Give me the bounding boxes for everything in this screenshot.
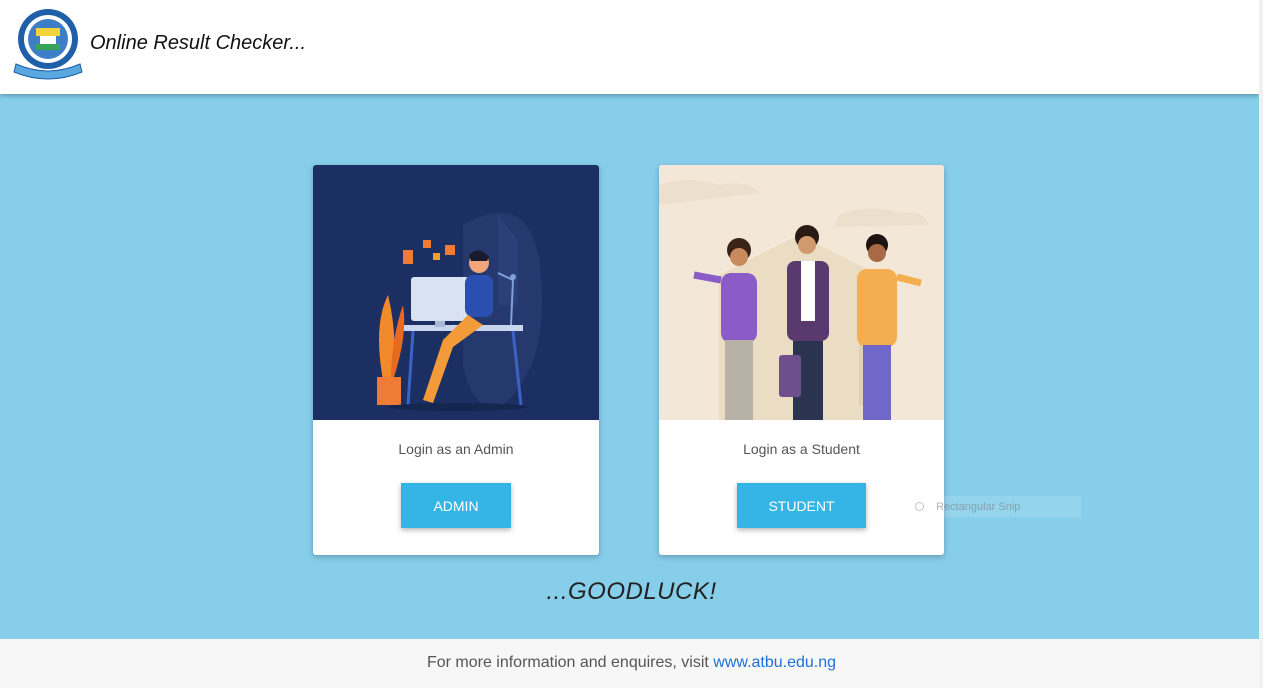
university-logo-icon	[13, 9, 83, 80]
footer-text: For more information and enquires, visit	[426, 654, 709, 671]
rectangular-snip-overlay[interactable]: Rectangular Snip	[909, 496, 1081, 517]
snip-label: Rectangular Snip	[936, 500, 1021, 513]
main-content: Login as an Admin ADMIN Login as a Stude…	[0, 94, 1263, 639]
admin-login-button[interactable]: ADMIN	[401, 483, 511, 528]
students-illustration-icon	[659, 165, 944, 420]
student-card: Login as a Student STUDENT	[659, 165, 944, 555]
footer-website-link[interactable]: www.atbu.edu.ng	[713, 654, 836, 671]
footer: For more information and enquires, visit…	[0, 639, 1263, 688]
snip-mode-icon	[915, 502, 924, 511]
student-card-caption: Login as a Student	[743, 441, 860, 457]
admin-card: Login as an Admin ADMIN	[313, 165, 599, 555]
admin-card-caption: Login as an Admin	[398, 441, 514, 457]
goodluck-tagline: ...GOODLUCK!	[546, 578, 717, 605]
scrollbar[interactable]	[1259, 0, 1263, 688]
site-title: Online Result Checker...	[90, 32, 307, 54]
student-login-button[interactable]: STUDENT	[737, 483, 866, 528]
admin-illustration-icon	[313, 165, 599, 420]
header: Online Result Checker...	[0, 0, 1259, 94]
